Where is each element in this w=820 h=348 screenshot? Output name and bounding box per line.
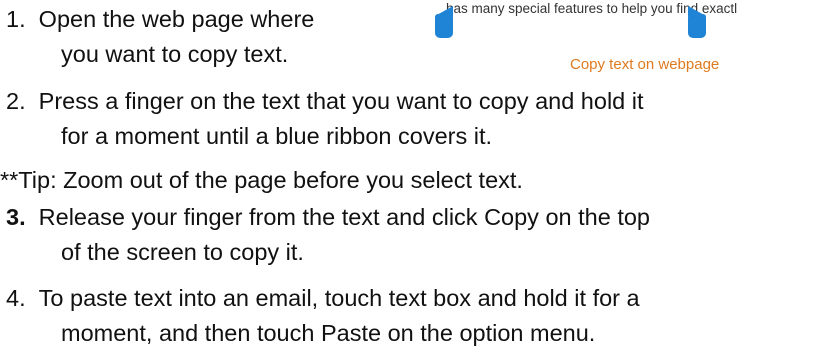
webpage-screenshot-inset: has many special features to help you fi…	[420, 0, 820, 80]
selection-handle-left-icon	[435, 6, 453, 38]
step-4-line-1: 4. To paste text into an email, touch te…	[6, 283, 640, 313]
step-1-text: Open the web page where	[38, 6, 315, 32]
step-2-number: 2.	[6, 88, 26, 114]
step-3-line-1: 3. Release your finger from the text and…	[6, 202, 650, 232]
step-1-line-1: 1. Open the web page where	[6, 4, 314, 34]
step-2-line-1: 2. Press a finger on the text that you w…	[6, 86, 644, 116]
step-1-line-2: you want to copy text.	[61, 41, 289, 67]
step-3-text: Release your finger from the text and cl…	[38, 204, 650, 230]
step-4-number: 4.	[6, 285, 26, 311]
step-3-line-2: of the screen to copy it.	[61, 239, 304, 265]
selection-handle-right-icon	[688, 6, 706, 38]
step-2-text: Press a finger on the text that you want…	[38, 88, 644, 114]
inset-caption: Copy text on webpage	[570, 56, 720, 73]
step-2-line-2: for a moment until a blue ribbon covers …	[61, 123, 493, 149]
step-4-line-2: moment, and then touch Paste on the opti…	[61, 320, 596, 346]
step-1-number: 1.	[6, 6, 26, 32]
step-4-text: To paste text into an email, touch text …	[38, 285, 640, 311]
tip-text: **Tip: Zoom out of the page before you s…	[0, 167, 523, 193]
step-3-number: 3.	[6, 204, 26, 230]
